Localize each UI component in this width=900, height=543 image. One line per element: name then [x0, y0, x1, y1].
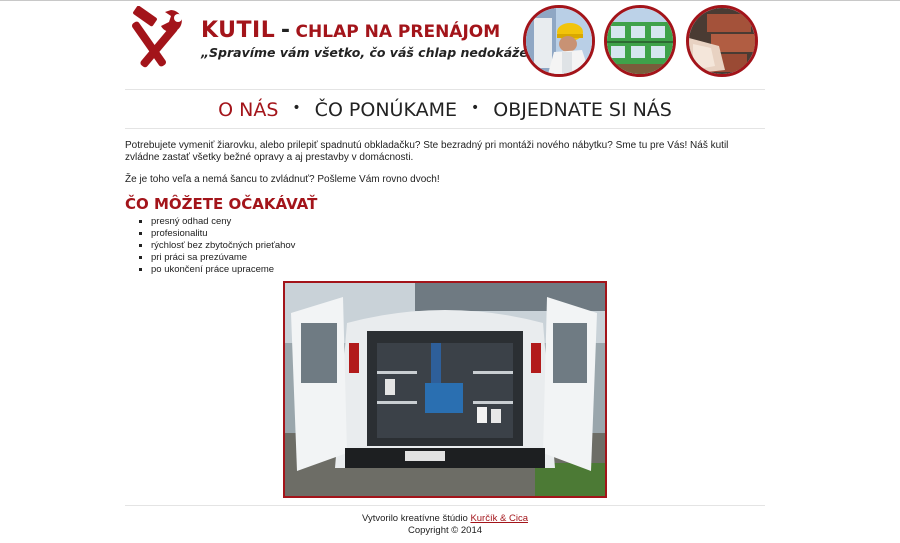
list-item: po ukončení práce upraceme — [151, 264, 765, 276]
top-border — [0, 0, 900, 1]
footer-credit: Vytvorilo kreatívne štúdio Kurčík & Cica — [125, 513, 765, 525]
brand-subtitle: CHLAP NA PRENÁJOM — [295, 22, 501, 42]
worker-with-hard-hat-photo — [523, 5, 595, 77]
nav-separator: • — [471, 100, 480, 116]
header-divider — [125, 89, 765, 90]
nav-divider — [125, 128, 765, 129]
nav-separator: • — [292, 100, 301, 116]
brand-main: KUTIL — [201, 18, 276, 43]
list-item: presný odhad ceny — [151, 216, 765, 228]
footer: Vytvorilo kreatívne štúdio Kurčík & Cica… — [125, 513, 765, 537]
brand-dash: - — [280, 18, 290, 43]
list-item: rýchlosť bez zbytočných prieťahov — [151, 240, 765, 252]
second-paragraph: Že je toho veľa a nemá šancu to zvládnuť… — [125, 174, 440, 185]
slogan: „Spravíme vám všetko, čo váš chlap nedok… — [201, 45, 541, 60]
footer-credit-prefix: Vytvorilo kreatívne štúdio — [362, 513, 468, 524]
section-heading: ČO MÔŽETE OČAKÁVAŤ — [125, 195, 318, 213]
copyright: Copyright © 2014 — [407, 525, 483, 536]
list-item: profesionalitu — [151, 228, 765, 240]
hammer-wrench-logo-icon[interactable] — [125, 5, 191, 72]
main-content: Potrebujete vymeniť žiarovku, alebo pril… — [125, 140, 765, 276]
green-house-renovation-photo — [604, 5, 676, 77]
main-navigation: O NÁS • ČO PONÚKAME • OBJEDNATE SI NÁS — [125, 97, 765, 123]
site-title[interactable]: KUTIL - CHLAP NA PRENÁJOM — [201, 18, 500, 43]
studio-link[interactable]: Kurčík & Cica — [470, 513, 528, 524]
nav-item-objednate-si-nas[interactable]: OBJEDNATE SI NÁS — [493, 99, 672, 121]
nav-item-co-ponukame[interactable]: ČO PONÚKAME — [315, 99, 457, 121]
nav-item-o-nas[interactable]: O NÁS — [218, 99, 278, 121]
footer-divider — [125, 505, 765, 506]
list-item: pri práci sa prezúvame — [151, 252, 765, 264]
intro-paragraph: Potrebujete vymeniť žiarovku, alebo pril… — [125, 140, 729, 163]
service-van-photo — [283, 281, 607, 498]
benefits-list: presný odhad ceny profesionalitu rýchlos… — [125, 216, 765, 276]
brick-wall-photo — [686, 5, 758, 77]
